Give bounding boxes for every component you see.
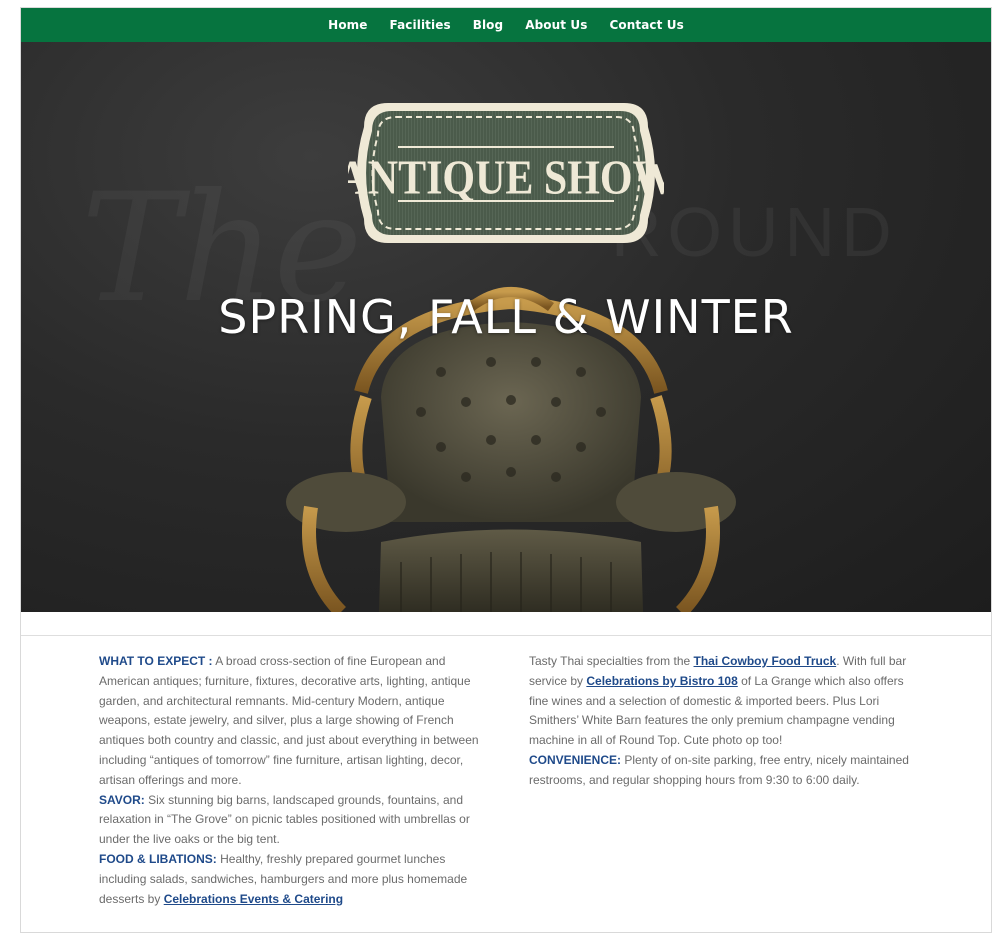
- main-nav: Home Facilities Blog About Us Contact Us: [21, 8, 991, 42]
- what-to-expect-label: WHAT TO EXPECT :: [99, 654, 213, 668]
- thai-cowboy-link[interactable]: Thai Cowboy Food Truck: [694, 654, 837, 668]
- bistro-108-link[interactable]: Celebrations by Bistro 108: [586, 674, 737, 688]
- convenience-paragraph: CONVENIENCE: Plenty of on-site parking, …: [529, 751, 913, 791]
- info-column-right: Tasty Thai specialties from the Thai Cow…: [529, 652, 913, 909]
- savor-label: SAVOR:: [99, 792, 145, 807]
- nav-home[interactable]: Home: [328, 18, 367, 32]
- food-libations-paragraph: FOOD & LIBATIONS: Healthy, freshly prepa…: [99, 850, 481, 909]
- badge-text: ANTIQUE SHOW: [348, 151, 664, 204]
- thai-paragraph: Tasty Thai specialties from the Thai Cow…: [529, 652, 913, 751]
- info-column-left: WHAT TO EXPECT : A broad cross-section o…: [99, 652, 481, 909]
- hero-headline: SPRING, FALL & WINTER: [218, 290, 794, 344]
- what-to-expect-text: A broad cross-section of fine European a…: [99, 654, 479, 787]
- page-frame: Home Facilities Blog About Us Contact Us…: [20, 7, 992, 933]
- savor-paragraph: SAVOR: Six stunning big barns, landscape…: [99, 791, 481, 850]
- thai-text-a: Tasty Thai specialties from the: [529, 654, 694, 668]
- nav-facilities[interactable]: Facilities: [390, 18, 451, 32]
- nav-blog[interactable]: Blog: [473, 18, 504, 32]
- nav-about-us[interactable]: About Us: [525, 18, 587, 32]
- hero-banner: The ROUND: [21, 42, 991, 612]
- savor-text: Six stunning big barns, landscaped groun…: [99, 792, 470, 847]
- antique-show-badge: ANTIQUE SHOW: [348, 103, 664, 243]
- food-libations-label: FOOD & LIBATIONS:: [99, 851, 217, 866]
- convenience-label: CONVENIENCE:: [529, 752, 622, 767]
- celebrations-catering-link[interactable]: Celebrations Events & Catering: [164, 892, 343, 906]
- info-section: WHAT TO EXPECT : A broad cross-section o…: [21, 636, 991, 909]
- what-to-expect-paragraph: WHAT TO EXPECT : A broad cross-section o…: [99, 652, 481, 791]
- nav-contact-us[interactable]: Contact Us: [609, 18, 683, 32]
